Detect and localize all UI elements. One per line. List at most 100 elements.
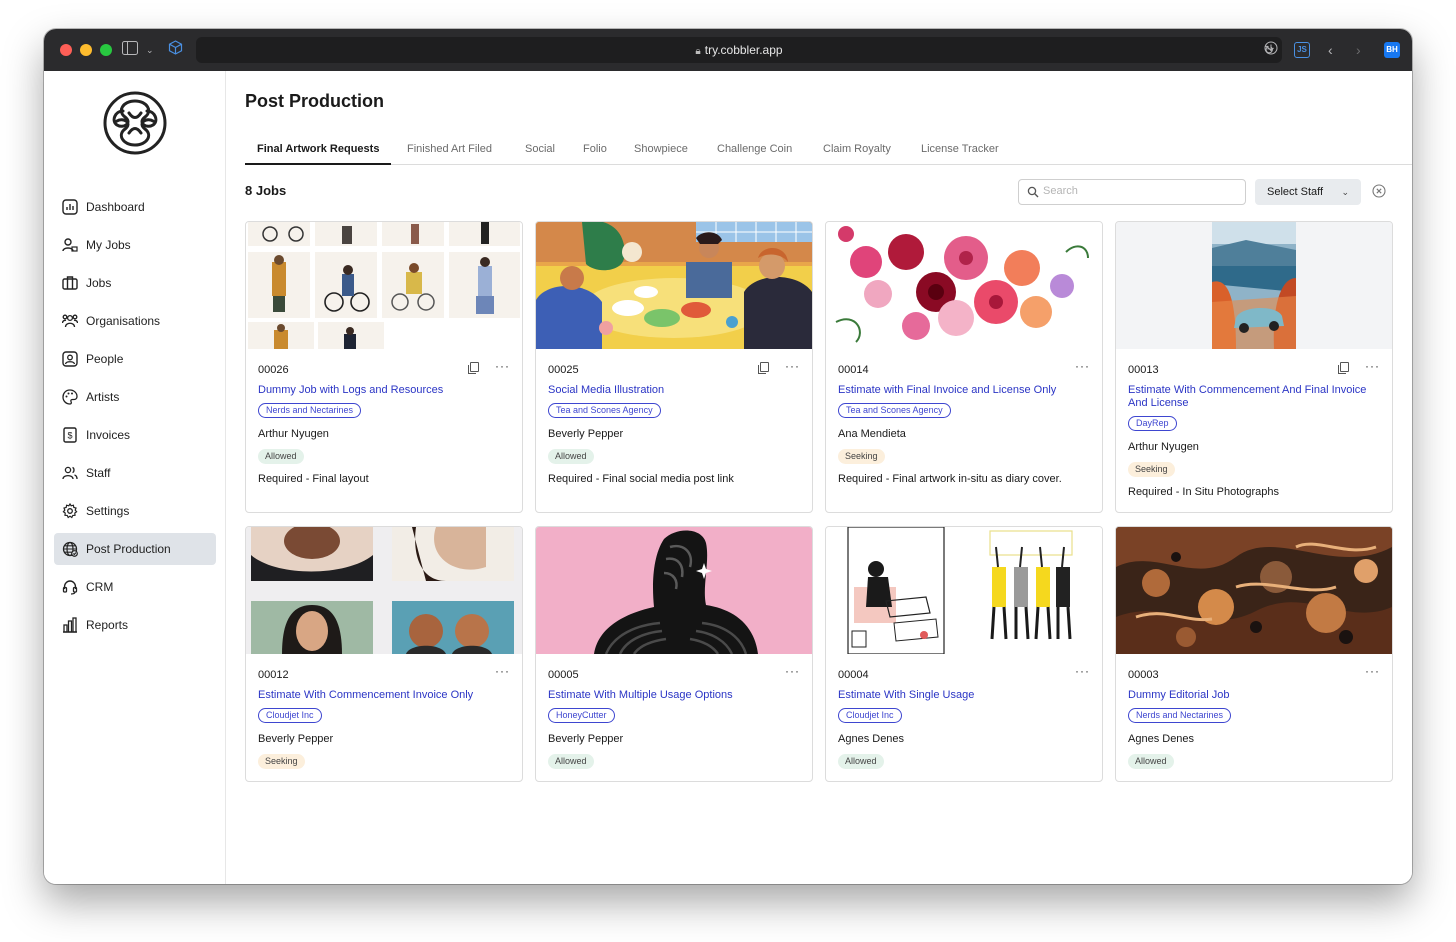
sidebar-item-label: Organisations <box>86 314 161 328</box>
sidebar-item-my-jobs[interactable]: My Jobs <box>54 229 216 261</box>
card-actions: ··· <box>1365 665 1380 677</box>
sidebar-item-staff[interactable]: Staff <box>54 457 216 489</box>
job-card[interactable]: 00026 ··· Dummy Job with Logs and Resour… <box>245 221 523 513</box>
job-title-link[interactable]: Estimate with Final Invoice and License … <box>838 384 1094 397</box>
sidebar-item-dashboard[interactable]: Dashboard <box>54 191 216 223</box>
organisation-tag[interactable]: Tea and Scones Agency <box>838 403 951 418</box>
organisation-tag[interactable]: Nerds and Nectarines <box>1128 708 1232 723</box>
maximize-window-button[interactable] <box>100 44 112 56</box>
sidebar-item-invoices[interactable]: $ Invoices <box>54 419 216 451</box>
search-input[interactable] <box>1043 180 1233 202</box>
job-thumbnail[interactable] <box>246 527 522 654</box>
more-options-icon[interactable]: ··· <box>1365 665 1380 677</box>
tab-license-tracker[interactable]: License Tracker <box>921 135 999 165</box>
duplicate-icon[interactable] <box>758 362 769 374</box>
job-card[interactable]: 00014 ··· Estimate with Final Invoice an… <box>825 221 1103 513</box>
download-icon[interactable] <box>1264 40 1278 60</box>
card-actions: ··· <box>495 665 510 677</box>
page-title: Post Production <box>245 91 384 111</box>
job-thumbnail[interactable] <box>536 222 812 349</box>
sidebar-item-artists[interactable]: Artists <box>54 381 216 413</box>
sidebar-item-label: Staff <box>86 466 111 480</box>
sidebar-item-organisations[interactable]: Organisations <box>54 305 216 337</box>
assigned-person: Agnes Denes <box>1128 733 1195 745</box>
assigned-person: Beverly Pepper <box>258 733 334 745</box>
job-card[interactable]: 00013 ··· Estimate With Commencement And… <box>1115 221 1393 513</box>
tab-claim-royalty[interactable]: Claim Royalty <box>823 135 891 165</box>
back-icon[interactable]: ‹ <box>1328 40 1333 60</box>
status-badge: Allowed <box>548 449 594 464</box>
more-options-icon[interactable]: ··· <box>495 665 510 677</box>
job-title-link[interactable]: Social Media Illustration <box>548 384 804 397</box>
more-options-icon[interactable]: ··· <box>1075 360 1090 372</box>
chevron-down-icon: ⌄ <box>1341 187 1349 197</box>
job-thumbnail[interactable] <box>1116 222 1392 349</box>
assigned-person: Ana Mendieta <box>838 428 906 440</box>
job-thumbnail[interactable] <box>536 527 812 654</box>
assigned-person: Beverly Pepper <box>548 733 624 745</box>
browser-toolbar: ⌄ 🔒︎ try.cobbler.app ↻ JS ‹ › BH <box>44 29 1412 71</box>
job-card[interactable]: 00005 ··· Estimate With Multiple Usage O… <box>535 526 813 782</box>
sidebar-item-jobs[interactable]: Jobs <box>54 267 216 299</box>
job-thumbnail[interactable] <box>246 222 522 349</box>
duplicate-icon[interactable] <box>1338 362 1349 374</box>
cobbler-logo[interactable] <box>103 91 167 155</box>
job-card[interactable]: 00025 ··· Social Media Illustration Tea … <box>535 221 813 513</box>
tab-final-artwork-requests[interactable]: Final Artwork Requests <box>245 135 392 165</box>
job-card[interactable]: 00012 ··· Estimate With Commencement Inv… <box>245 526 523 782</box>
organisation-tag[interactable]: Cloudjet Inc <box>258 708 322 723</box>
job-title-link[interactable]: Estimate With Single Usage <box>838 689 1094 702</box>
bar-chart-icon <box>63 617 77 633</box>
chevron-down-icon[interactable]: ⌄ <box>146 40 154 60</box>
sidebar-item-label: Invoices <box>86 428 131 442</box>
more-options-icon[interactable]: ··· <box>785 665 800 677</box>
sidebar-item-post-production[interactable]: Post Production <box>54 533 216 565</box>
sidebar-toggle-icon[interactable] <box>122 40 138 60</box>
job-title-link[interactable]: Estimate With Commencement And Final Inv… <box>1128 384 1384 410</box>
cube-icon[interactable] <box>168 40 183 60</box>
organisation-tag[interactable]: Cloudjet Inc <box>838 708 902 723</box>
job-title-link[interactable]: Estimate With Commencement Invoice Only <box>258 689 514 702</box>
select-staff-dropdown[interactable]: Select Staff ⌄ <box>1255 179 1361 205</box>
status-badge: Seeking <box>258 754 305 769</box>
job-number: 00012 <box>258 669 289 681</box>
sidebar-item-settings[interactable]: Settings <box>54 495 216 527</box>
assigned-person: Arthur Nyugen <box>1128 441 1199 453</box>
close-window-button[interactable] <box>60 44 72 56</box>
job-card[interactable]: 00003 ··· Dummy Editorial Job Nerds and … <box>1115 526 1393 782</box>
organisation-tag[interactable]: Tea and Scones Agency <box>548 403 661 418</box>
user-jobs-icon <box>62 238 78 252</box>
job-title-link[interactable]: Dummy Editorial Job <box>1128 689 1384 702</box>
more-options-icon[interactable]: ··· <box>1075 665 1090 677</box>
duplicate-icon[interactable] <box>468 362 479 374</box>
more-options-icon[interactable]: ··· <box>1365 360 1380 372</box>
forward-icon[interactable]: › <box>1356 40 1361 60</box>
tab-challenge-coin[interactable]: Challenge Coin <box>717 135 792 165</box>
job-title-link[interactable]: Dummy Job with Logs and Resources <box>258 384 514 397</box>
tab-showpiece[interactable]: Showpiece <box>634 135 688 165</box>
address-bar[interactable]: 🔒︎ try.cobbler.app ↻ <box>196 37 1282 63</box>
tab-social[interactable]: Social <box>525 135 555 165</box>
organisation-tag[interactable]: HoneyCutter <box>548 708 615 723</box>
sidebar-item-crm[interactable]: CRM <box>54 571 216 603</box>
job-thumbnail[interactable] <box>826 527 1102 654</box>
job-title-link[interactable]: Estimate With Multiple Usage Options <box>548 689 804 702</box>
tab-folio[interactable]: Folio <box>583 135 607 165</box>
clear-filter-icon[interactable] <box>1372 184 1386 198</box>
organisation-tag[interactable]: Nerds and Nectarines <box>258 403 362 418</box>
sidebar-item-people[interactable]: People <box>54 343 216 375</box>
organisation-tag[interactable]: DayRep <box>1128 416 1177 431</box>
card-actions: ··· <box>1075 665 1090 677</box>
job-card[interactable]: 00004 ··· Estimate With Single Usage Clo… <box>825 526 1103 782</box>
sidebar-item-reports[interactable]: Reports <box>54 609 216 641</box>
bh-extension-icon[interactable]: BH <box>1384 42 1400 58</box>
js-extension-icon[interactable]: JS <box>1294 42 1310 58</box>
minimize-window-button[interactable] <box>80 44 92 56</box>
tab-finished-art-filed[interactable]: Finished Art Filed <box>407 135 492 165</box>
card-actions: ··· <box>758 360 800 374</box>
job-thumbnail[interactable] <box>826 222 1102 349</box>
more-options-icon[interactable]: ··· <box>785 360 800 372</box>
job-thumbnail[interactable] <box>1116 527 1392 654</box>
tab-bar: Final Artwork Requests Finished Art File… <box>245 135 1412 165</box>
more-options-icon[interactable]: ··· <box>495 360 510 372</box>
